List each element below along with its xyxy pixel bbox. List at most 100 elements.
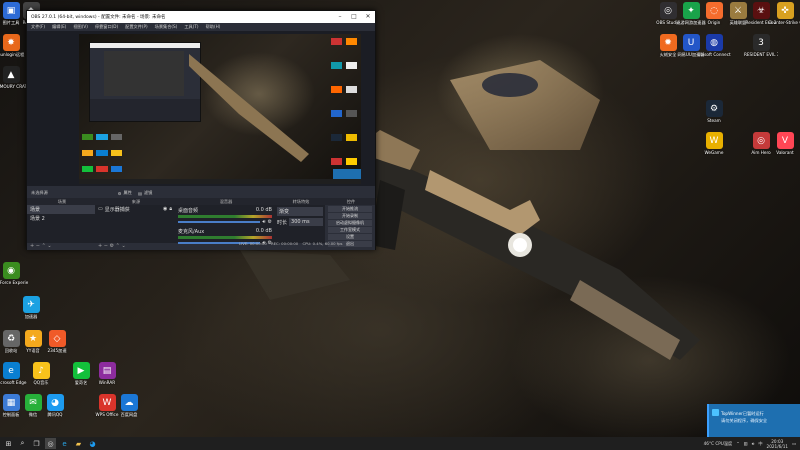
control-button[interactable]: 启动虚拟摄像机 [328, 220, 372, 226]
chevron-down-icon[interactable]: ⌄ [121, 243, 125, 249]
app-icon: ◎ [752, 132, 770, 149]
desktop-icon[interactable]: ◉GeForce Experience [0, 262, 28, 285]
desktop-icon[interactable]: ✸ Sunlogin远程 [0, 34, 28, 57]
network-icon[interactable]: ▥ [744, 441, 748, 446]
scenes-dock: 场景 场景 场景 2 + − ⌃ ⌄ [27, 198, 96, 250]
obs-menu-bar: 文件(F) 编辑(E) 视图(V) 停靠窗口(D) 配置文件(P) 场景集合(S) 工具(T… [27, 23, 375, 31]
menu-item[interactable]: 帮助(H) [206, 24, 221, 30]
menu-item[interactable]: 视图(V) [73, 24, 88, 30]
desktop-icon-label: Counter-Strike Global Offensive [768, 20, 800, 25]
app-icon: ⚙ [705, 100, 723, 117]
filter-icon[interactable]: ▤ [138, 191, 142, 196]
desktop-icon[interactable]: ▲ARMOURY CRATE [0, 66, 28, 89]
system-tray: 46°C CPU温度 ⌃ ▥ 🔊︎ 中 20:03 2021/6/11 ▭ [704, 437, 800, 450]
eye-icon[interactable]: ◉ [163, 206, 167, 213]
desktop-icon[interactable]: ▶ 爱奇艺 [64, 362, 98, 385]
toast-subtitle: 请勿关闭程序，确保安全 [721, 418, 768, 423]
control-button[interactable]: 开始推流 [328, 206, 372, 212]
duration-input[interactable]: 300 ms [289, 218, 323, 226]
add-icon[interactable]: + [98, 243, 102, 249]
desktop-icon[interactable]: ⚙ Steam [697, 100, 731, 123]
filters-button[interactable]: 滤镜 [144, 190, 152, 196]
transitions-dock-title: 转场特效 [275, 198, 325, 205]
notification-icon[interactable]: ▭ [792, 441, 796, 446]
speaker-icon[interactable]: 🔊︎ [752, 441, 755, 446]
source-item-label: 显示器捕获 [104, 207, 130, 213]
scene-item[interactable]: 场景 [27, 205, 95, 214]
chevron-up-icon[interactable]: ⌃ [42, 243, 46, 249]
properties-button[interactable]: 属性 [124, 190, 132, 196]
notification-toast[interactable]: TopWinner已暂时运行 请勿关闭程序，确保安全 [707, 404, 800, 437]
desktop-icon[interactable]: V Valorant [768, 132, 800, 155]
qq-taskbar-icon[interactable]: ◕ [87, 438, 98, 449]
menu-item[interactable]: 停靠窗口(D) [95, 24, 118, 30]
app-icon: ◉ [2, 262, 20, 279]
obs-window-title: OBS 27.0.1 (64-bit, windows) - 配置文件: 未命名… [31, 15, 166, 20]
input-language[interactable]: 中 [758, 441, 762, 447]
no-source-label: 未选择源 [31, 190, 48, 195]
desktop-icon-label: ARMOURY CRATE [0, 84, 28, 89]
menu-item[interactable]: 场景集合(S) [155, 24, 178, 30]
app-icon: ☁ [120, 394, 138, 411]
add-icon[interactable]: + [30, 243, 34, 249]
transition-select[interactable]: 渐变 [277, 207, 323, 216]
toast-title: TopWinner已暂时运行 [721, 411, 764, 416]
desktop-icon[interactable]: ◕ 腾讯QQ [38, 394, 72, 417]
app-icon: 3 [752, 34, 770, 51]
desktop-icon[interactable]: W WeGame [697, 132, 731, 155]
scene-item[interactable]: 场景 2 [27, 214, 95, 223]
menu-item[interactable]: 编辑(E) [52, 24, 66, 30]
close-button[interactable]: ✕ [361, 11, 375, 23]
sources-dock-toolbar: + − ⚙ ⌃ ⌄ [95, 243, 175, 250]
desktop-icon[interactable]: 3 RESIDENT EVIL 3 [744, 34, 778, 57]
task-view-icon[interactable]: ❐ [31, 438, 42, 449]
desktop-icon-label: GeForce Experience [0, 280, 28, 285]
remove-icon[interactable]: − [36, 243, 40, 249]
volume-meter [178, 215, 272, 218]
desktop-icon[interactable]: ✈ 加速器 [14, 296, 48, 319]
gear-icon[interactable]: ⚙ [268, 219, 272, 225]
maximize-button[interactable]: □ [347, 11, 361, 23]
scenes-list[interactable]: 场景 场景 2 [27, 205, 95, 243]
folder-taskbar-icon[interactable]: ▰ [73, 438, 84, 449]
volume-meter [178, 236, 272, 239]
minimize-button[interactable]: – [333, 11, 347, 23]
sources-list[interactable]: ▭ 显示器捕获 ◉ 🔒︎ [95, 205, 175, 243]
desktop-icon[interactable]: ◇ 2345加速 [40, 330, 74, 353]
desktop-icon[interactable]: ☁ 百度网盘 [112, 394, 146, 417]
speaker-icon[interactable]: 🔊︎ [262, 219, 265, 225]
obs-taskbar-icon[interactable]: ◎ [45, 438, 56, 449]
obs-window[interactable]: OBS 27.0.1 (64-bit, windows) - 配置文件: 未命名… [26, 10, 376, 250]
desktop-icon-label: Steam [707, 118, 721, 123]
volume-slider[interactable] [178, 221, 261, 223]
chevron-up-icon[interactable]: ⌃ [736, 441, 740, 446]
desktop-icon[interactable]: ✜Counter-Strike Global Offensive [768, 2, 800, 25]
windows-start-icon[interactable]: ⊞ [3, 438, 14, 449]
menu-item[interactable]: 配置文件(P) [125, 24, 148, 30]
sources-dock-title: 来源 [95, 198, 175, 205]
menu-item[interactable]: 工具(T) [184, 24, 198, 30]
menu-item[interactable]: 文件(F) [31, 24, 45, 30]
source-item[interactable]: ▭ 显示器捕获 ◉ 🔒︎ [95, 205, 175, 214]
scenes-dock-toolbar: + − ⌃ ⌄ [27, 243, 95, 250]
clock[interactable]: 20:03 2021/6/11 [767, 439, 788, 449]
lock-icon[interactable]: 🔒︎ [169, 206, 172, 213]
gear-icon[interactable]: ⚙ [110, 243, 114, 249]
gear-icon[interactable]: ⚙ [118, 191, 122, 196]
obs-source-toolbar: 未选择源 ⚙ 属性 ▤ 滤镜 [27, 188, 375, 198]
mixer-dock-title: 混音器 [175, 198, 275, 205]
app-icon: ✈ [22, 296, 40, 313]
remove-icon[interactable]: − [104, 243, 108, 249]
desktop-icon-label: Valorant [776, 150, 794, 155]
search-icon[interactable]: ⌕ [17, 438, 28, 449]
control-button[interactable]: 工作室模式 [328, 227, 372, 233]
desktop-icon[interactable]: ♪ QQ音乐 [24, 362, 58, 385]
app-icon: ◕ [46, 394, 64, 411]
control-button[interactable]: 开始录制 [328, 213, 372, 219]
desktop-icon[interactable]: ◍ Ubisoft Connect [697, 34, 731, 57]
obs-title-bar[interactable]: OBS 27.0.1 (64-bit, windows) - 配置文件: 未命名… [27, 11, 375, 23]
chevron-up-icon[interactable]: ⌃ [116, 243, 120, 249]
obs-preview-canvas[interactable] [27, 31, 375, 186]
chevron-down-icon[interactable]: ⌄ [47, 243, 51, 249]
edge-taskbar-icon[interactable]: e [59, 438, 70, 449]
